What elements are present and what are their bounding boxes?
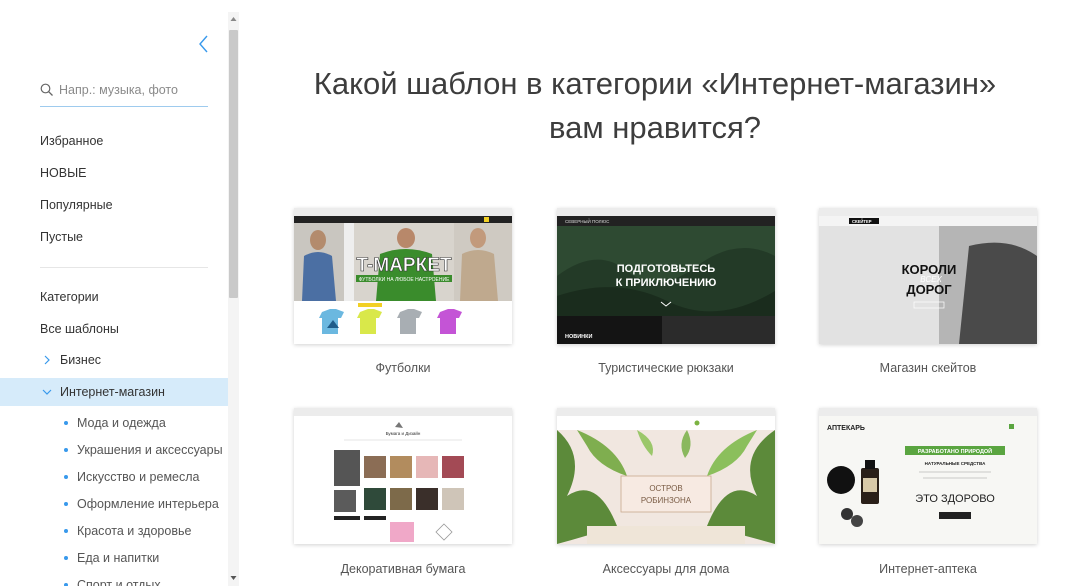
bullet-icon: [64, 420, 68, 425]
category-online-store[interactable]: Интернет-магазин: [0, 378, 228, 406]
template-thumbnail: АПТЕКАРЬ РАЗРАБОТАНО ПРИРОДОЙ НАТУРАЛЬНЫ…: [819, 416, 1037, 544]
chevron-down-icon: [42, 389, 52, 395]
thumb-title: ЭТО ЗДОРОВО: [915, 493, 995, 505]
thumb-brand: СКЕЙТЕР: [852, 219, 872, 224]
bullet-icon: [64, 528, 68, 533]
sidebar-divider: [40, 267, 208, 268]
bullet-icon: [64, 501, 68, 506]
template-thumbnail: T-МАРКЕТ ФУТБОЛКИ НА ЛЮБОЕ НАСТРОЕНИЕ: [294, 216, 512, 344]
bullet-icon: [64, 447, 68, 452]
thumb-title-2: К ПРИКЛЮЧЕНИЮ: [616, 277, 717, 289]
search-input[interactable]: [59, 80, 207, 100]
category-business[interactable]: Бизнес: [0, 346, 228, 374]
category-online-store-label: Интернет-магазин: [60, 385, 165, 399]
categories-heading: Категории: [40, 290, 99, 304]
subcategory-beauty[interactable]: Красота и здоровье: [64, 524, 191, 538]
chevron-left-icon: [199, 35, 208, 53]
nav-favorites[interactable]: Избранное: [40, 134, 103, 148]
scroll-thumb[interactable]: [229, 30, 238, 298]
bullet-icon: [64, 555, 68, 560]
thumb-banner: РАЗРАБОТАНО ПРИРОДОЙ: [918, 447, 992, 455]
template-card-backpacks[interactable]: СЕВЕРНЫЙ ПОЛЮС ПОДГОТОВЬТЕСЬ К ПРИКЛЮЧЕН…: [557, 208, 775, 344]
thumb-title-2: РОБИНЗОНА: [641, 496, 692, 505]
template-card-home[interactable]: ОСТРОВ РОБИНЗОНА: [557, 408, 775, 544]
page-headline: Какой шаблон в категории «Интернет-магаз…: [313, 66, 997, 145]
nav-new[interactable]: НОВЫЕ: [40, 166, 87, 180]
template-thumbnail: Бумага и Дизайн: [294, 416, 512, 544]
thumb-title-2: ДОРОГ: [906, 282, 952, 297]
template-thumbnail: ОСТРОВ РОБИНЗОНА: [557, 416, 775, 544]
sidebar: Избранное НОВЫЕ Популярные Пустые Катего…: [0, 0, 228, 586]
thumb-sub: НАТУРАЛЬНЫЕ СРЕДСТВА: [925, 461, 986, 466]
thumb-title: ОСТРОВ: [649, 484, 682, 493]
chevron-right-icon: [44, 355, 50, 365]
subcategory-sport[interactable]: Спорт и отдых: [64, 578, 161, 586]
thumb-subtitle: ФУТБОЛКИ НА ЛЮБОЕ НАСТРОЕНИЕ: [359, 277, 451, 283]
browser-chrome: [819, 208, 1037, 216]
thumb-title: Бумага и Дизайн: [386, 430, 421, 436]
search-icon: [40, 83, 53, 96]
subcategory-jewelry[interactable]: Украшения и аксессуары: [64, 443, 223, 457]
template-thumbnail: СКЕЙТЕР КОРОЛИ ВСЕХ ДОРОГ: [819, 216, 1037, 344]
thumb-title: T-МАРКЕТ: [357, 255, 452, 276]
browser-chrome: [294, 408, 512, 416]
template-card-paper[interactable]: Бумага и Дизайн: [294, 408, 512, 544]
template-card-skates[interactable]: СКЕЙТЕР КОРОЛИ ВСЕХ ДОРОГ: [819, 208, 1037, 344]
template-label-pharmacy[interactable]: Интернет-аптека: [819, 562, 1037, 576]
thumb-title: ПОДГОТОВЬТЕСЬ: [617, 263, 716, 275]
subcategory-interior[interactable]: Оформление интерьера: [64, 497, 219, 511]
subcategory-arts-crafts[interactable]: Искусство и ремесла: [64, 470, 200, 484]
scroll-down-arrow-icon[interactable]: [230, 575, 237, 581]
nav-all-templates[interactable]: Все шаблоны: [40, 322, 119, 336]
template-thumbnail: СЕВЕРНЫЙ ПОЛЮС ПОДГОТОВЬТЕСЬ К ПРИКЛЮЧЕН…: [557, 216, 775, 344]
nav-popular[interactable]: Популярные: [40, 198, 113, 212]
template-card-tshirts[interactable]: T-МАРКЕТ ФУТБОЛКИ НА ЛЮБОЕ НАСТРОЕНИЕ: [294, 208, 512, 344]
category-business-label: Бизнес: [60, 353, 102, 367]
browser-chrome: [557, 408, 775, 416]
thumb-brand: СЕВЕРНЫЙ ПОЛЮС: [565, 217, 610, 224]
collapse-sidebar-button[interactable]: [196, 34, 212, 54]
browser-chrome: [557, 208, 775, 216]
subcategory-fashion[interactable]: Мода и одежда: [64, 416, 166, 430]
browser-chrome: [819, 408, 1037, 416]
template-card-pharmacy[interactable]: АПТЕКАРЬ РАЗРАБОТАНО ПРИРОДОЙ НАТУРАЛЬНЫ…: [819, 408, 1037, 544]
bullet-icon: [64, 474, 68, 479]
search-box: [40, 78, 208, 107]
template-label-skates[interactable]: Магазин скейтов: [819, 361, 1037, 375]
sidebar-scrollbar[interactable]: [228, 12, 239, 586]
subcategory-food[interactable]: Еда и напитки: [64, 551, 159, 565]
template-label-home[interactable]: Аксессуары для дома: [557, 562, 775, 576]
template-label-tshirts[interactable]: Футболки: [294, 361, 512, 375]
thumb-badge: НОВИНКИ: [565, 334, 593, 340]
template-label-paper[interactable]: Декоративная бумага: [294, 562, 512, 576]
scroll-up-arrow-icon[interactable]: [230, 16, 237, 22]
nav-blank[interactable]: Пустые: [40, 230, 83, 244]
template-label-backpacks[interactable]: Туристические рюкзаки: [557, 361, 775, 375]
browser-chrome: [294, 208, 512, 216]
thumb-brand: АПТЕКАРЬ: [827, 425, 865, 432]
